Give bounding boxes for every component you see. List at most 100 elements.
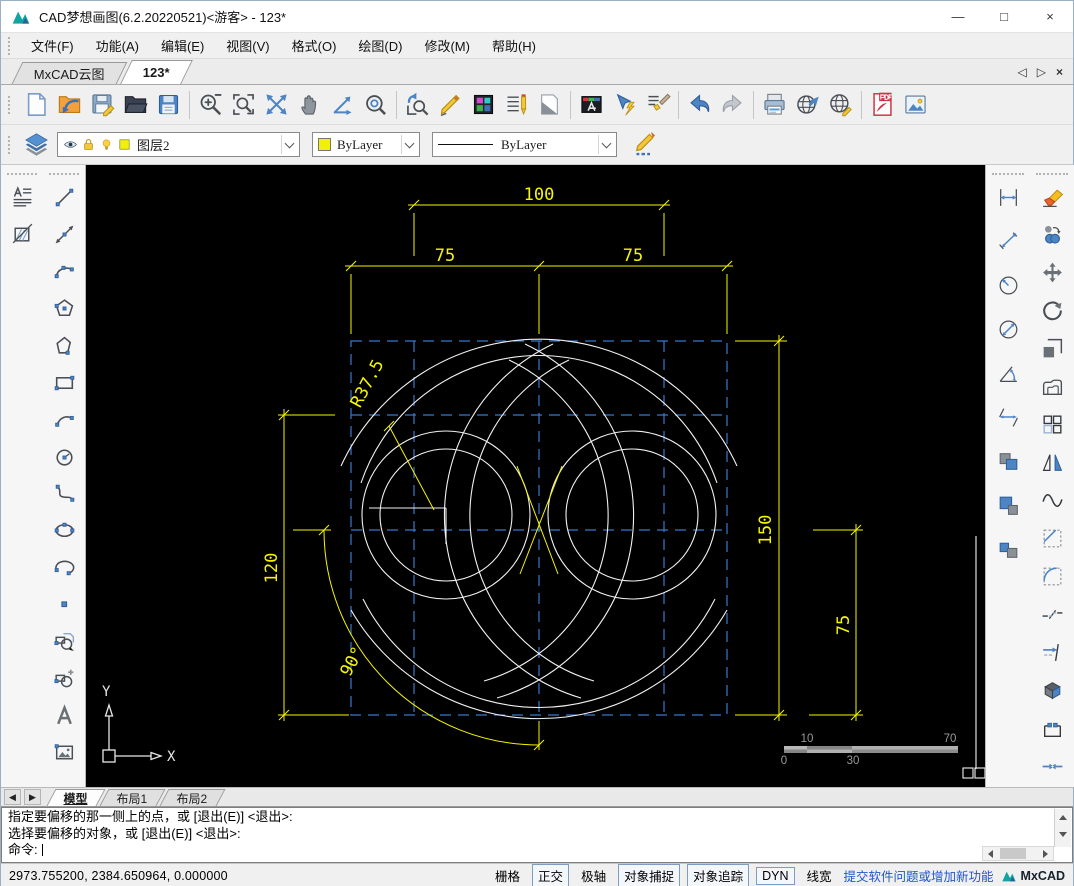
- dropdown-arrow-icon[interactable]: [401, 135, 417, 154]
- layout-tab-layout1[interactable]: 布局1: [99, 789, 166, 806]
- redo-icon[interactable]: [716, 88, 749, 122]
- polygon-icon[interactable]: [49, 293, 80, 323]
- dim-angular-icon[interactable]: [993, 358, 1024, 388]
- command-panel[interactable]: 指定要偏移的那一侧上的点，或 [退出(E)] <退出>: 选择要偏移的对象，或 …: [1, 807, 1073, 863]
- toggle-dyn[interactable]: DYN: [756, 866, 795, 885]
- explode-icon[interactable]: [1037, 675, 1068, 705]
- text-format-icon[interactable]: [7, 182, 38, 212]
- scale-icon[interactable]: [1037, 333, 1068, 363]
- mirror-icon[interactable]: [1037, 447, 1068, 477]
- erase-icon[interactable]: [1037, 181, 1068, 211]
- dim-baseline-icon[interactable]: [993, 490, 1024, 520]
- rectangle-icon[interactable]: [49, 367, 80, 397]
- chamfer-icon[interactable]: [1037, 523, 1068, 553]
- command-prompt-line[interactable]: 命令:: [8, 842, 1066, 859]
- arc-icon[interactable]: [49, 256, 80, 286]
- menu-file[interactable]: 文件(F): [20, 33, 85, 58]
- stretch-icon[interactable]: [1037, 713, 1068, 743]
- feedback-link[interactable]: 提交软件问题或增加新功能: [844, 866, 994, 885]
- view-axes-icon[interactable]: [326, 88, 359, 122]
- web-globe-icon[interactable]: [824, 88, 857, 122]
- menu-modify[interactable]: 修改(M): [413, 33, 481, 58]
- block-insert-icon[interactable]: [49, 663, 80, 693]
- tab-close-icon[interactable]: ×: [1056, 65, 1063, 79]
- construction-line-icon[interactable]: [49, 219, 80, 249]
- tab-123-active[interactable]: 123*: [119, 60, 193, 84]
- menu-edit[interactable]: 编辑(E): [150, 33, 215, 58]
- dropdown-arrow-icon[interactable]: [598, 135, 614, 154]
- dim-diameter-icon[interactable]: [993, 314, 1024, 344]
- lineweight-icon[interactable]: [533, 88, 566, 122]
- sketch-pencil-icon[interactable]: [434, 88, 467, 122]
- dim-linear-icon[interactable]: [993, 182, 1024, 212]
- web-publish-icon[interactable]: [791, 88, 824, 122]
- pan-icon[interactable]: [293, 88, 326, 122]
- menu-function[interactable]: 功能(A): [85, 33, 150, 58]
- maximize-button[interactable]: □: [981, 1, 1027, 32]
- layout-scroll-right-icon[interactable]: ▶: [24, 789, 41, 805]
- layout-scroll-left-icon[interactable]: ◀: [4, 789, 21, 805]
- toggle-osnap[interactable]: 对象捕捉: [618, 864, 681, 886]
- tab-scroll-right-icon[interactable]: ▷: [1037, 65, 1046, 79]
- scrollbar-thumb[interactable]: [1000, 848, 1026, 859]
- spline-edit-icon[interactable]: [1037, 485, 1068, 515]
- save-as-icon[interactable]: [152, 88, 185, 122]
- point-icon[interactable]: [49, 589, 80, 619]
- match-properties-icon[interactable]: [641, 88, 674, 122]
- pdf-export-icon[interactable]: [866, 88, 899, 122]
- copy-object-icon[interactable]: [49, 626, 80, 656]
- toggle-grid[interactable]: 栅格: [490, 865, 525, 886]
- new-file-icon[interactable]: [20, 88, 53, 122]
- dropdown-arrow-icon[interactable]: [281, 135, 297, 154]
- command-vertical-scrollbar[interactable]: [1054, 809, 1071, 847]
- spline-icon[interactable]: [49, 478, 80, 508]
- scroll-left-icon[interactable]: [983, 847, 998, 860]
- color-select[interactable]: ByLayer: [312, 132, 420, 157]
- menu-help[interactable]: 帮助(H): [481, 33, 547, 58]
- dim-radius-icon[interactable]: [993, 270, 1024, 300]
- scroll-right-icon[interactable]: [1038, 847, 1053, 860]
- move-icon[interactable]: [1037, 257, 1068, 287]
- layer-select[interactable]: 图层2: [57, 132, 300, 157]
- menu-format[interactable]: 格式(O): [281, 33, 348, 58]
- tab-scroll-left-icon[interactable]: ◁: [1018, 65, 1027, 79]
- text-icon[interactable]: [49, 700, 80, 730]
- zoom-extents-icon[interactable]: [260, 88, 293, 122]
- circle-icon[interactable]: [49, 441, 80, 471]
- color-palette-icon[interactable]: [467, 88, 500, 122]
- drawing-canvas[interactable]: 100 75 75 120 150 75 R37.5 90° 10 70 0 3…: [86, 165, 985, 787]
- dim-quick-icon[interactable]: [993, 534, 1024, 564]
- print-icon[interactable]: [758, 88, 791, 122]
- layers-icon[interactable]: [20, 128, 53, 162]
- join-icon[interactable]: [1037, 751, 1068, 781]
- toggle-polar[interactable]: 极轴: [576, 865, 611, 886]
- polyline-icon[interactable]: [49, 330, 80, 360]
- undo-icon[interactable]: [683, 88, 716, 122]
- array-icon[interactable]: [1037, 409, 1068, 439]
- rotate-icon[interactable]: [1037, 295, 1068, 325]
- arc-3point-icon[interactable]: [49, 404, 80, 434]
- linetype-manager-icon[interactable]: [500, 88, 533, 122]
- line-icon[interactable]: [49, 182, 80, 212]
- trim-icon[interactable]: [1037, 637, 1068, 667]
- layout-tab-model[interactable]: 模型: [46, 789, 106, 806]
- draw-pencil-icon[interactable]: [629, 128, 662, 162]
- open-drawing-icon[interactable]: [53, 88, 86, 122]
- ellipse-arc-icon[interactable]: [49, 552, 80, 582]
- copy-icon[interactable]: [1037, 219, 1068, 249]
- zoom-center-icon[interactable]: [359, 88, 392, 122]
- toggle-lineweight[interactable]: 线宽: [802, 865, 837, 886]
- minimize-button[interactable]: —: [935, 1, 981, 32]
- offset-icon[interactable]: [1037, 371, 1068, 401]
- dim-aligned-icon[interactable]: [993, 226, 1024, 256]
- text-style-icon[interactable]: [575, 88, 608, 122]
- close-button[interactable]: ×: [1027, 1, 1073, 32]
- tab-mxcad-cloud[interactable]: MxCAD云图: [11, 62, 128, 84]
- open-folder-icon[interactable]: [119, 88, 152, 122]
- dim-continue-icon[interactable]: [993, 446, 1024, 476]
- scroll-up-icon[interactable]: [1055, 809, 1071, 826]
- zoom-previous-icon[interactable]: [401, 88, 434, 122]
- scroll-down-icon[interactable]: [1055, 826, 1071, 843]
- toggle-ortho[interactable]: 正交: [532, 864, 570, 886]
- menu-view[interactable]: 视图(V): [215, 33, 280, 58]
